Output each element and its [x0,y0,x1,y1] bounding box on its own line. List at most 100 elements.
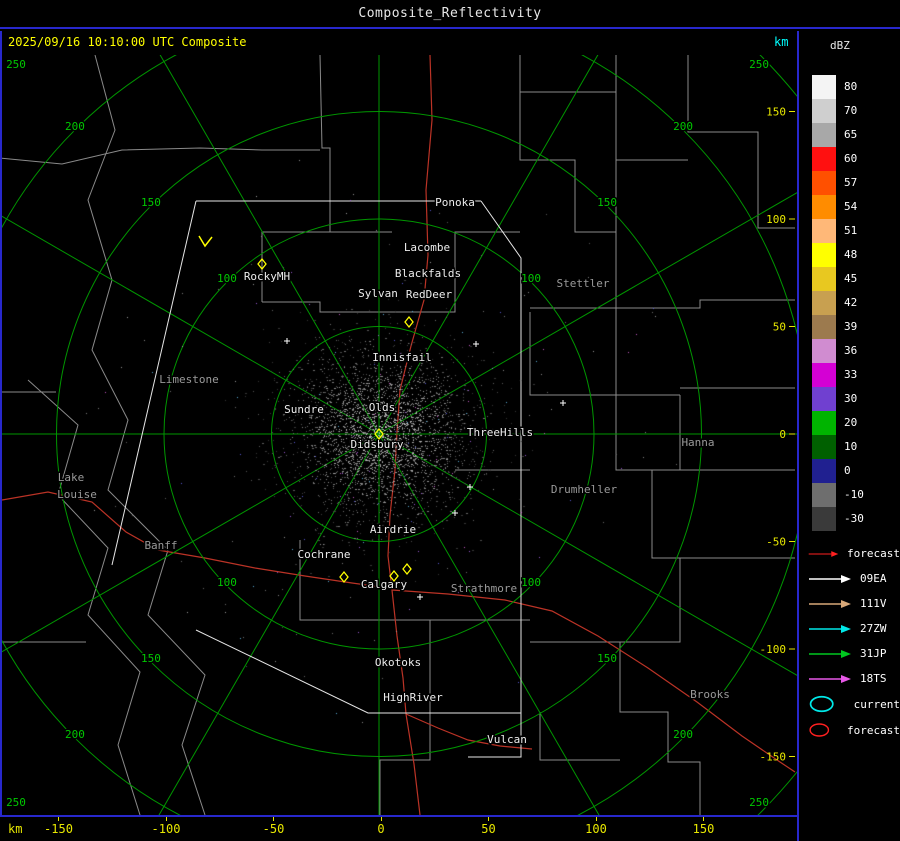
city-label-airdrie: Airdrie [370,523,416,536]
bottom-axis-label: -150 [37,822,81,836]
colorbar-label: 30 [844,387,857,411]
colorbar-label: 60 [844,147,857,171]
colorbar-swatch-30 [812,387,836,411]
range-label-250km: 250 [6,796,26,809]
city-label-drumheller: Drumheller [551,483,618,496]
colorbar-row: 20 [812,411,864,435]
city-label-cochrane: Cochrane [298,548,351,561]
range-label-100km: 100 [217,272,237,285]
station-marker [258,259,266,269]
09EA-arrow-icon [808,573,852,585]
city-label-banff: Banff [144,539,177,552]
bottom-axis-unit: km [8,822,22,836]
legend-label: 18TS [860,672,887,685]
legend-item-09EA: 09EA [808,566,900,591]
legend-label: 27ZW [860,622,887,635]
city-label-threehills: ThreeHills [467,426,533,439]
right-axis-label: -50 [766,536,786,549]
colorbar-row: 10 [812,435,864,459]
colorbar-label: 20 [844,411,857,435]
colorbar-swatch-45 [812,267,836,291]
legend-label: forecast [847,724,900,737]
city-label-lake: Lake [58,471,85,484]
right-axis-label: 150 [766,106,786,119]
colorbar-label: 36 [844,339,857,363]
range-label-200km: 200 [673,728,693,741]
city-label-brooks: Brooks [690,688,730,701]
current-ellipse-icon [808,692,846,716]
colorbar-label: 0 [844,459,851,483]
city-label-okotoks: Okotoks [375,656,421,669]
colorbar-row: 45 [812,267,864,291]
city-label-limestone: Limestone [159,373,219,386]
colorbar-row: 60 [812,147,864,171]
station-marker [340,572,348,582]
18TS-arrow-icon [808,673,852,685]
bottom-axis-tick [703,817,704,821]
legend-label: 09EA [860,572,887,585]
point-marker [560,400,566,406]
radar-map[interactable]: 1001001001001501501501502002002002002502… [2,55,797,815]
city-label-calgary: Calgary [361,578,408,591]
city-label-innisfail: Innisfail [372,351,432,364]
city-label-blackfalds: Blackfalds [395,267,461,280]
station-marker [405,317,413,327]
header-row: 2025/09/16 10:10:00 UTC Composite km [0,31,900,55]
colorbar-swatch-10 [812,435,836,459]
range-label-250km: 250 [749,58,769,71]
colorbar-row: -10 [812,483,864,507]
111V-arrow-icon [808,598,852,610]
right-axis-label: 100 [766,213,786,226]
city-label-rockymh: RockyMH [244,270,290,283]
range-label-250km: 250 [6,58,26,71]
colorbar-label: 39 [844,315,857,339]
app-title: Composite_Reflectivity [358,6,541,21]
colorbar-swatch-57 [812,171,836,195]
colorbar-swatch-70 [812,99,836,123]
colorbar-label: 54 [844,195,857,219]
colorbar-swatch--30 [812,507,836,531]
right-axis-unit: km [774,35,788,49]
legend-label: forecast [847,547,900,560]
point-marker [417,594,423,600]
colorbar-label: 10 [844,435,857,459]
range-label-250km: 250 [749,796,769,809]
legend-label: 111V [860,597,887,610]
colorbar-swatch-65 [812,123,836,147]
city-label-lacombe: Lacombe [404,241,450,254]
bottom-axis-tick [273,817,274,821]
colorbar-label: -10 [844,483,864,507]
forecast-ellipse-icon [808,718,839,742]
station-marker [403,564,411,574]
point-marker [473,341,479,347]
colorbar-swatch-0 [812,459,836,483]
colorbar-label: 45 [844,267,857,291]
colorbar-swatch-54 [812,195,836,219]
colorbar-row: 70 [812,99,864,123]
city-label-stettler: Stettler [557,277,610,290]
point-marker [452,510,458,516]
colorbar-label: 33 [844,363,857,387]
legend: forecast09EA111V27ZW31JP18TScurrentforec… [808,541,900,743]
legend-item-forecast-ellipse: forecast [808,717,900,743]
colorbar-label: 70 [844,99,857,123]
colorbar-swatch-60 [812,147,836,171]
colorbar-row: 42 [812,291,864,315]
city-label-vulcan: Vulcan [487,733,527,746]
colorbar-label: 80 [844,75,857,99]
city-label-olds: Olds [369,401,396,414]
city-label-didsbury: Didsbury [351,438,404,451]
bottom-axis-label: 150 [682,822,726,836]
range-label-150km: 150 [141,652,161,665]
timestamp: 2025/09/16 10:10:00 UTC Composite [8,35,246,49]
right-axis-label: 0 [779,428,786,441]
colorbar-swatch-80 [812,75,836,99]
legend-label: current [854,698,900,711]
title-bar: Composite_Reflectivity [0,0,900,29]
range-label-150km: 150 [597,196,617,209]
sidebar: dBZ 807065605754514845423936333020100-10… [799,31,900,841]
colorbar-row: 51 [812,219,864,243]
city-label-strathmore: Strathmore [451,582,517,595]
colorbar-row: 30 [812,387,864,411]
check-marker [199,236,212,246]
